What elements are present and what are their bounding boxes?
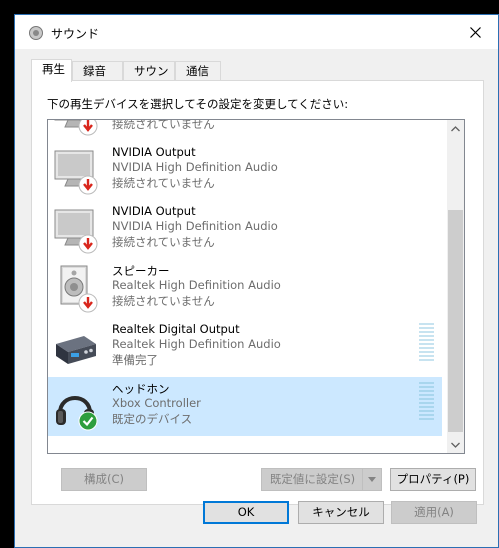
tab-communications[interactable]: 通信 [175,61,221,81]
device-driver: NVIDIA High Definition Audio [112,219,278,233]
disconnected-badge-icon [78,293,98,313]
device-status: 既定のデバイス [112,412,193,426]
device-name: NVIDIA Output [112,204,196,218]
device-item[interactable]: NVIDIA Output NVIDIA High Definition Aud… [48,141,442,200]
window-title: サウンド [51,27,100,41]
properties-button[interactable]: プロパティ(P) [390,468,476,491]
device-driver: NVIDIA High Definition Audio [112,160,278,174]
scroll-thumb[interactable] [448,210,463,432]
device-status: 接続されていません [112,235,215,249]
monitor-icon [52,145,100,197]
chevron-up-icon [451,125,460,131]
device-status: 準備完了 [112,353,158,367]
device-driver: Realtek High Definition Audio [112,278,281,292]
disconnected-badge-icon [78,120,98,136]
volume-meter [419,382,434,420]
sound-dialog: サウンド 再生 録音 サウンド 通信 下の再生デバイスを選択してその設定を変更し… [14,14,499,548]
device-list-scrollbar[interactable] [447,120,464,453]
scroll-down-button[interactable] [447,436,464,453]
set-default-dropdown[interactable] [362,469,381,490]
device-item[interactable]: NVIDIA Output NVIDIA High Definition Aud… [48,200,442,259]
device-name: NVIDIA Output [112,145,196,159]
device-status: 接続されていません [112,176,215,190]
device-name: ヘッドホン [112,382,170,396]
device-status: 接続されていません [112,119,215,131]
device-status: 接続されていません [112,294,215,308]
ok-button[interactable]: OK [203,501,289,524]
headphones-icon [52,381,100,433]
tab-label: 録音 [83,64,106,78]
tab-label: 再生 [42,62,65,76]
tab-playback[interactable]: 再生 [31,59,72,82]
disconnected-badge-icon [78,234,98,254]
tab-recording[interactable]: 録音 [72,61,123,81]
chevron-down-icon [451,442,460,448]
instruction-text: 下の再生デバイスを選択してその設定を変更してください: [47,97,349,111]
scroll-up-button[interactable] [447,120,464,137]
device-name: Realtek Digital Output [112,322,240,336]
configure-button[interactable]: 構成(C) [61,468,147,491]
device-item[interactable]: Realtek Digital Output Realtek High Defi… [48,318,442,377]
device-driver: Xbox Controller [112,396,201,410]
monitor-icon [52,204,100,256]
digital-output-icon [52,322,100,374]
device-item[interactable]: スピーカー Realtek High Definition Audio 接続され… [48,259,442,318]
device-driver: Realtek High Definition Audio [112,337,281,351]
device-list[interactable]: 接続されていません NVIDIA Output NVIDIA High Defi… [47,119,465,454]
volume-meter [419,323,434,361]
speaker-app-icon [28,25,44,44]
close-icon [469,26,481,38]
cancel-button[interactable]: キャンセル [298,501,384,524]
apply-button[interactable]: 適用(A) [391,501,477,524]
speaker-icon [52,263,100,315]
device-item[interactable]: 接続されていません [48,119,442,141]
playback-panel: 下の再生デバイスを選択してその設定を変更してください: 接続されていません NV… [31,80,484,505]
set-default-label: 既定値に設定(S) [269,472,356,486]
default-check-icon [78,411,98,431]
tab-label: 通信 [186,64,209,78]
title-bar: サウンド [15,15,498,49]
close-button[interactable] [452,15,498,49]
set-default-button[interactable]: 既定値に設定(S) [261,468,382,491]
monitor-icon [52,120,100,138]
device-name: スピーカー [112,264,170,278]
disconnected-badge-icon [78,175,98,195]
device-item[interactable]: ヘッドホン Xbox Controller 既定のデバイス [48,377,442,436]
tab-sounds[interactable]: サウンド [123,61,175,96]
chevron-down-icon [368,477,376,482]
